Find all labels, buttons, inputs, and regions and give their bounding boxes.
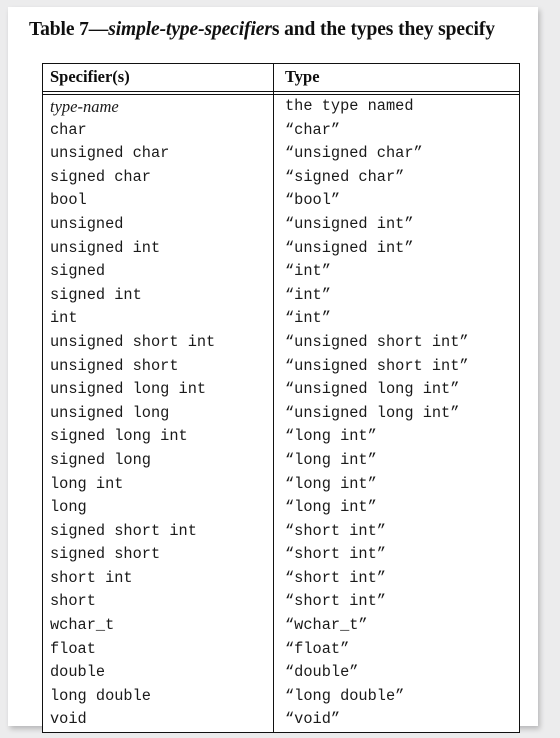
document-page: Table 7—simple-type-specifiers and the t… [8,7,538,734]
cell-specifier: float [50,639,96,658]
cell-specifier: wchar_t [50,616,115,635]
cell-type: “short int” [273,519,520,544]
table-row: unsigned long “unsigned long int” [43,401,520,426]
table-caption-suffix: s and the types they specify [271,19,495,40]
cell-specifier: unsigned long [50,403,170,422]
table-row: long double “long double” [43,684,520,709]
cell-specifier: unsigned short [50,356,179,375]
cell-type: “long int” [273,472,520,497]
cell-specifier: signed short [50,545,161,564]
table-row: int “int” [43,307,520,331]
table-row: void “void” [43,708,520,733]
table-row: signed int “int” [43,283,520,308]
cell-type: “long int” [273,448,520,473]
cell-specifier: long int [50,474,124,493]
cell-specifier: signed long [50,450,151,469]
table-row: signed short “short int” [43,543,520,567]
table-header-row: Specifier(s) Type [42,63,520,92]
table-row: signed char “signed char” [43,165,520,190]
table-row: signed short int “short int” [43,519,520,544]
cell-specifier: short [50,592,96,611]
cell-type: “double” [273,661,520,685]
cell-specifier: double [50,663,106,682]
cell-type: the type named [273,94,520,119]
cell-specifier: unsigned long int [50,380,207,399]
cell-specifier: signed long int [50,427,188,446]
table-row: signed “int” [43,260,520,284]
cell-specifier: signed short int [50,521,197,540]
cell-specifier: unsigned short int [50,332,216,351]
cell-type: “int” [273,283,520,308]
table-row: wchar_t “wchar_t” [43,614,520,638]
cell-type: “bool” [273,189,520,213]
cell-type: “unsigned char” [273,142,520,166]
table-row: char “char” [43,118,520,143]
cell-specifier: unsigned [50,214,124,233]
cell-specifier: signed int [50,285,142,304]
cell-specifier: signed char [50,167,151,186]
cell-type: “short int” [273,543,520,567]
table-row: unsigned short int “unsigned short int” [43,330,520,355]
table-row: signed long int “long int” [43,425,520,449]
cell-type: “short int” [273,566,520,591]
table-row: double “double” [43,661,520,685]
cell-type: “long int” [273,496,520,520]
table-row: unsigned long int “unsigned long int” [43,378,520,402]
table-row: unsigned char “unsigned char” [43,142,520,166]
cell-type: “int” [273,307,520,331]
cell-type: “unsigned int” [273,212,520,237]
cell-specifier: unsigned int [50,238,161,257]
cell-type: “short int” [273,590,520,615]
cell-specifier: char [50,120,87,139]
cell-specifier: long [50,498,87,517]
table-row: unsigned short “unsigned short int” [43,354,520,379]
cell-type: “int” [273,260,520,284]
table-row: short “short int” [43,590,520,615]
cell-specifier: unsigned char [50,144,170,163]
cell-type: “long double” [273,684,520,709]
table-row: float “float” [43,637,520,662]
cell-type: “long int” [273,425,520,449]
cell-specifier: type-name [50,97,119,116]
table-row: signed long “long int” [43,448,520,473]
cell-type: “signed char” [273,165,520,190]
table-row: short int “short int” [43,566,520,591]
cell-type: “char” [273,118,520,143]
cell-specifier: long double [50,686,151,705]
cell-specifier: void [50,710,87,729]
table-row: unsigned int “unsigned int” [43,236,520,261]
cell-specifier: int [50,309,78,328]
table-header: Specifier(s) Type [42,63,520,95]
cell-type: “unsigned short int” [273,330,520,355]
simple-type-specifiers-table: Specifier(s) Type type-name the type name… [42,63,520,734]
table-row: long int “long int” [43,472,520,497]
cell-type: “unsigned short int” [273,354,520,379]
cell-specifier: short int [50,568,133,587]
table-row: long “long int” [43,496,520,520]
table-row: type-name the type named [43,94,520,119]
cell-type: “wchar_t” [273,614,520,638]
table-caption: Table 7—simple-type-specifiers and the t… [29,19,529,41]
cell-type: “unsigned long int” [273,401,520,426]
table-row: unsigned “unsigned int” [43,212,520,237]
table-row: bool “bool” [43,189,520,213]
cell-type: “unsigned long int” [273,378,520,402]
table-body: type-name the type named char “char” unsigne… [43,94,520,733]
column-header-type: Type [273,63,520,92]
column-header-specifier: Specifier(s) [42,63,274,92]
cell-type: “float” [273,637,520,662]
cell-type: “unsigned int” [273,236,520,261]
cell-type: “void” [273,708,520,733]
cell-specifier: signed [50,262,106,281]
cell-specifier: bool [50,191,87,210]
table-caption-prefix: Table 7— [29,19,109,40]
table-caption-italic-term: simple-type-specifier [108,19,272,40]
